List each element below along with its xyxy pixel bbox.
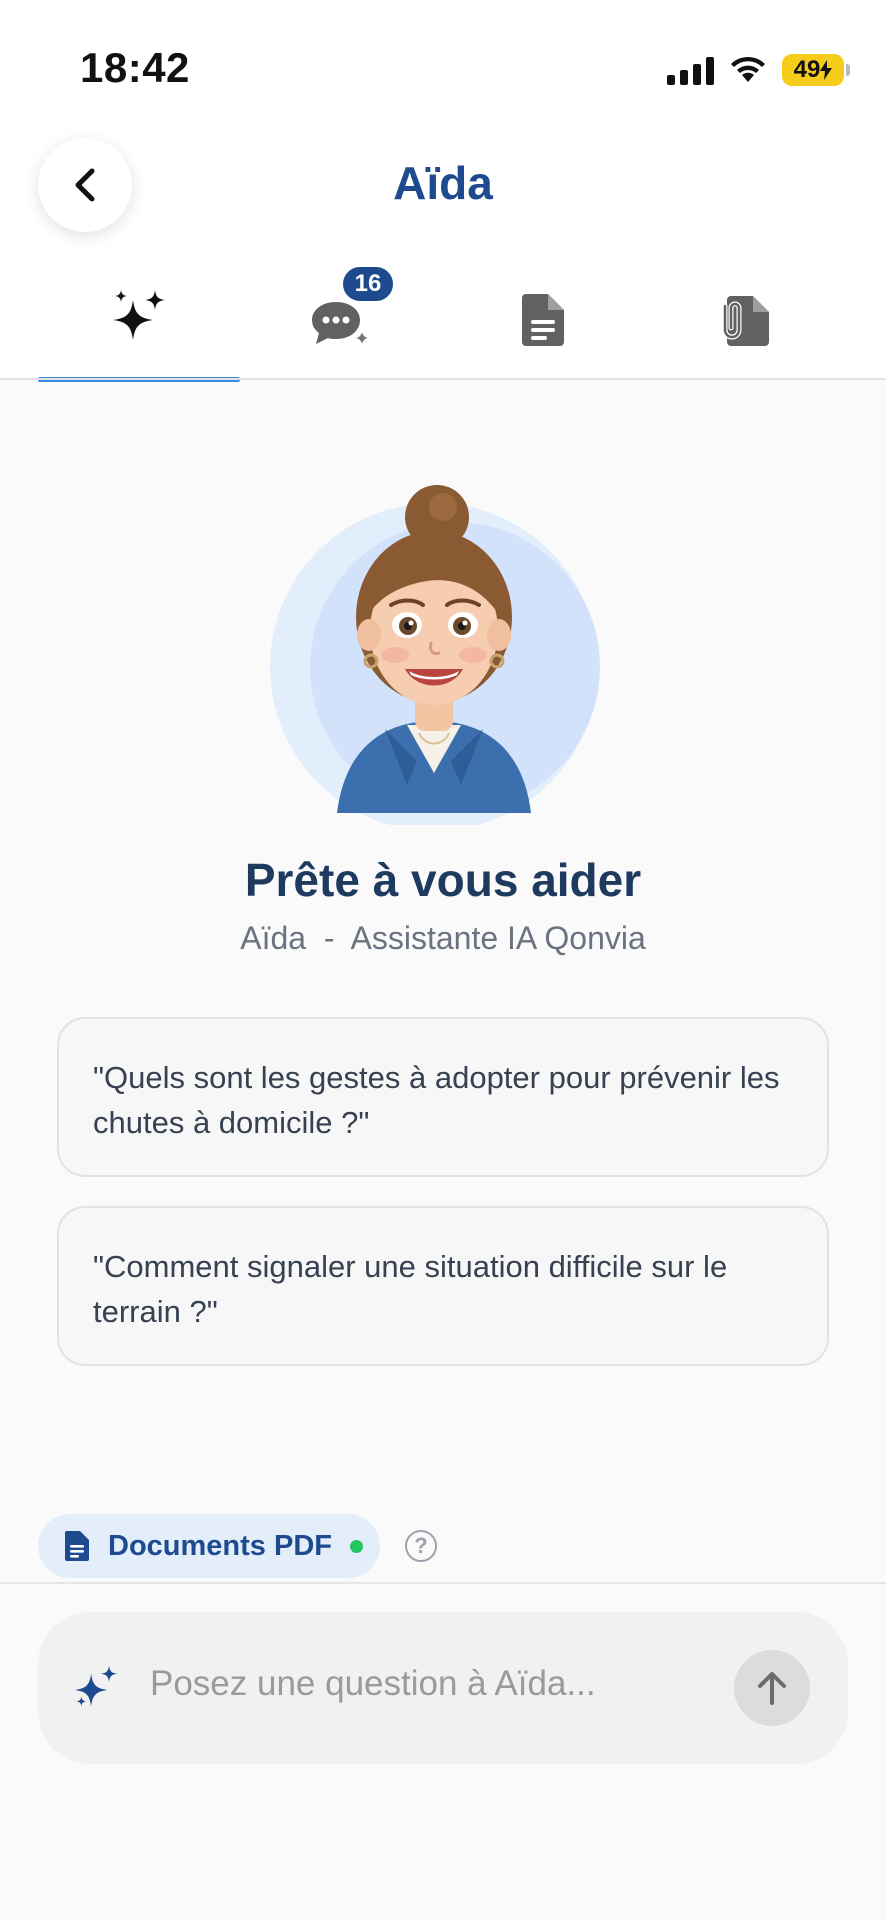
send-button[interactable] <box>734 1650 810 1726</box>
tab-attachments[interactable] <box>644 260 846 380</box>
composer <box>38 1612 848 1764</box>
sparkles-icon <box>74 1665 118 1707</box>
unread-badge: 16 <box>340 264 396 304</box>
hero-title: Prête à vous aider <box>244 854 642 906</box>
question-input[interactable] <box>150 1652 710 1716</box>
active-status-dot <box>349 1539 363 1553</box>
wifi-icon <box>731 56 765 82</box>
status-time: 18:42 <box>80 44 190 91</box>
document-icon <box>522 294 564 346</box>
header-divider <box>0 378 886 380</box>
assistant-avatar <box>267 485 601 831</box>
suggestion-card[interactable]: "Comment signaler une situation difficil… <box>57 1206 829 1366</box>
tab-assistant[interactable] <box>38 260 240 382</box>
status-icons: 49 <box>667 50 850 90</box>
page-title: Aïda <box>393 157 493 209</box>
documents-pdf-label: Documents PDF <box>108 1529 332 1562</box>
hero-subtitle: Aïda - Assistante IA Qonvia <box>240 920 646 956</box>
arrow-up-icon <box>758 1672 786 1705</box>
sparkles-icon <box>113 290 165 340</box>
cellular-signal-icon <box>667 55 714 85</box>
composer-divider <box>0 1582 886 1584</box>
battery-indicator: 49 <box>782 54 850 86</box>
attachment-document-icon <box>722 296 769 346</box>
header: Aïda 16 <box>0 130 886 382</box>
tab-documents[interactable] <box>442 260 644 380</box>
tab-conversations[interactable]: 16 <box>240 260 442 380</box>
document-icon <box>65 1531 89 1561</box>
documents-pdf-chip[interactable]: Documents PDF <box>38 1514 380 1578</box>
tab-bar: 16 <box>38 260 886 382</box>
battery-level: 49 <box>793 56 821 83</box>
charging-bolt-icon <box>820 60 833 80</box>
status-bar: 18:42 49 <box>0 0 886 130</box>
help-icon[interactable]: ? <box>405 1530 437 1562</box>
suggestion-card[interactable]: "Quels sont les gestes à adopter pour pr… <box>57 1017 829 1177</box>
